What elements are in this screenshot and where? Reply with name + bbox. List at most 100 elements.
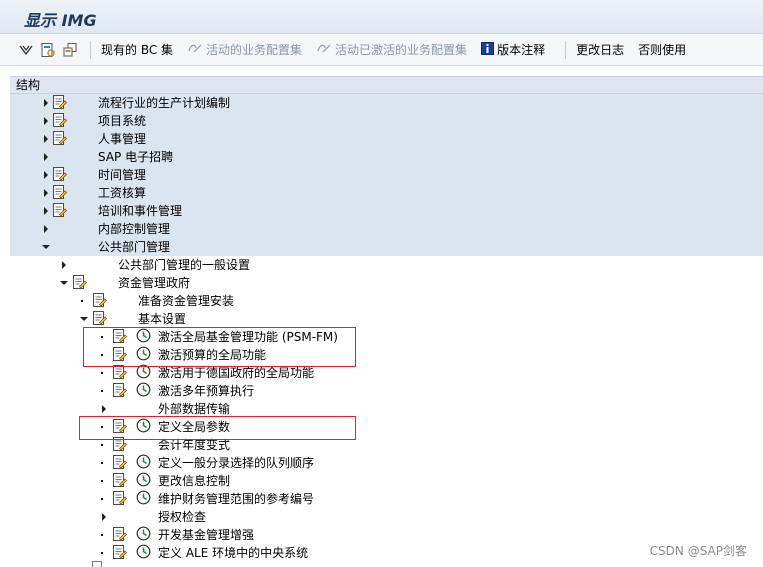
tree-node-label[interactable]: 外部数据传输 xyxy=(158,400,230,418)
tree-node-label[interactable]: 项目系统 xyxy=(98,112,146,130)
documentation-icon[interactable] xyxy=(112,418,128,434)
documentation-icon[interactable] xyxy=(112,454,128,470)
tree-node[interactable]: 定义全局参数 xyxy=(10,418,763,436)
tree-node-label[interactable]: 更改信息控制 xyxy=(158,472,230,490)
execute-activity-icon[interactable] xyxy=(136,382,151,397)
tree-node[interactable]: 内部控制管理 xyxy=(10,220,763,238)
expand-arrow-icon[interactable] xyxy=(42,94,50,112)
tree-node-label[interactable]: 激活多年预算执行 xyxy=(158,382,254,400)
tree-node-label[interactable]: 授权检查 xyxy=(158,508,206,526)
execute-activity-icon[interactable] xyxy=(136,544,151,559)
tree-node-label[interactable]: 内部控制管理 xyxy=(98,220,170,238)
tree-node[interactable]: 人事管理 xyxy=(10,130,763,148)
tree-node[interactable]: 授权检查 xyxy=(10,508,763,526)
existing-bc-sets-button[interactable]: 现有的 BC 集 xyxy=(101,41,173,58)
tree-node[interactable]: 培训和事件管理 xyxy=(10,202,763,220)
tree-node-label[interactable]: 公共部门管理的一般设置 xyxy=(118,256,250,274)
tree-node[interactable]: 准备资金管理安装 xyxy=(10,292,763,310)
tree-node[interactable]: 工资核算 xyxy=(10,184,763,202)
tree-node[interactable]: 项目系统 xyxy=(10,112,763,130)
expand-arrow-icon[interactable] xyxy=(42,220,50,238)
expand-arrow-icon[interactable] xyxy=(42,166,50,184)
tree-node[interactable]: 资金管理政府 xyxy=(10,274,763,292)
expand-arrow-icon[interactable] xyxy=(42,130,50,148)
documentation-icon[interactable] xyxy=(112,490,128,506)
execute-activity-icon[interactable] xyxy=(136,346,151,361)
tree-node-label[interactable]: 准备资金管理安装 xyxy=(138,292,234,310)
documentation-icon[interactable] xyxy=(112,436,128,452)
tree-node[interactable]: 激活用于德国政府的全局功能 xyxy=(10,364,763,382)
documentation-icon[interactable] xyxy=(92,292,108,308)
tree-node-label[interactable]: 公共部门管理 xyxy=(98,238,170,256)
tree-node[interactable]: 维护财务管理范围的参考编号 xyxy=(10,490,763,508)
execute-activity-icon[interactable] xyxy=(136,526,151,541)
activate-bc-sets-button[interactable]: 活动的业务配置集 xyxy=(187,41,302,58)
documentation-icon[interactable] xyxy=(112,346,128,362)
execute-activity-icon[interactable] xyxy=(136,418,151,433)
tree-node[interactable]: 定义一般分录选择的队列顺序 xyxy=(10,454,763,472)
tree-node-label[interactable]: 维护财务管理范围的参考编号 xyxy=(158,490,314,508)
documentation-icon[interactable] xyxy=(92,310,108,326)
tree-node-label[interactable]: 会计年度变式 xyxy=(158,436,230,454)
documentation-icon[interactable] xyxy=(112,382,128,398)
execute-activity-icon[interactable] xyxy=(136,454,151,469)
collapse-arrow-icon[interactable] xyxy=(42,238,50,256)
tree-node-label[interactable]: 资金管理政府 xyxy=(118,274,190,292)
if-not-use-button[interactable]: 否则使用 xyxy=(638,41,686,58)
tree-node-label[interactable]: 人事管理 xyxy=(98,130,146,148)
expand-arrow-icon[interactable] xyxy=(42,148,50,166)
tree-node[interactable]: 外部数据传输 xyxy=(10,400,763,418)
documentation-icon[interactable] xyxy=(52,202,68,218)
tree-node-label[interactable]: 定义全局参数 xyxy=(158,418,230,436)
tree-node-label[interactable]: 激活用于德国政府的全局功能 xyxy=(158,364,314,382)
documentation-icon[interactable] xyxy=(112,544,128,560)
expand-arrow-icon[interactable] xyxy=(42,112,50,130)
tree-node-label[interactable]: 流程行业的生产计划编制 xyxy=(98,94,230,112)
expand-subtree-icon[interactable] xyxy=(18,42,34,58)
expand-arrow-icon[interactable] xyxy=(42,184,50,202)
documentation-icon[interactable] xyxy=(52,112,68,128)
documentation-icon[interactable] xyxy=(112,526,128,542)
tree-node-label[interactable]: 定义一般分录选择的队列顺序 xyxy=(158,454,314,472)
tree-node-label[interactable]: 激活预算的全局功能 xyxy=(158,346,266,364)
documentation-icon[interactable] xyxy=(72,274,88,290)
documentation-icon[interactable] xyxy=(112,472,128,488)
tree-node[interactable]: 时间管理 xyxy=(10,166,763,184)
tree-node[interactable]: 会计年度变式 xyxy=(10,436,763,454)
expand-arrow-icon[interactable] xyxy=(42,202,50,220)
find-next-icon[interactable] xyxy=(62,42,78,58)
documentation-icon[interactable] xyxy=(112,364,128,380)
collapse-arrow-icon[interactable] xyxy=(60,274,68,292)
documentation-icon[interactable] xyxy=(52,184,68,200)
tree-node-label[interactable]: 激活全局基金管理功能 (PSM-FM) xyxy=(158,328,338,346)
execute-activity-icon[interactable] xyxy=(136,472,151,487)
change-log-button[interactable]: 更改日志 xyxy=(576,41,624,58)
tree-node-label[interactable]: 培训和事件管理 xyxy=(98,202,182,220)
tree-node[interactable]: SAP 电子招聘 xyxy=(10,148,763,166)
execute-activity-icon[interactable] xyxy=(136,490,151,505)
expand-arrow-icon[interactable] xyxy=(100,400,108,418)
documentation-icon[interactable] xyxy=(52,130,68,146)
tree-node-label[interactable]: 定义 ALE 环境中的中央系统 xyxy=(158,544,308,562)
tree-node[interactable]: 流程行业的生产计划编制 xyxy=(10,94,763,112)
collapse-arrow-icon[interactable] xyxy=(80,310,88,328)
activate-active-bc-sets-button[interactable]: 活动已激活的业务配置集 xyxy=(316,41,467,58)
tree-node-label[interactable]: SAP 电子招聘 xyxy=(98,148,173,166)
documentation-icon[interactable] xyxy=(52,166,68,182)
tree-node[interactable]: 激活预算的全局功能 xyxy=(10,346,763,364)
execute-activity-icon[interactable] xyxy=(136,364,151,379)
tree-node[interactable]: 公共部门管理的一般设置 xyxy=(10,256,763,274)
tree-node-label[interactable]: 时间管理 xyxy=(98,166,146,184)
tree-node[interactable]: 激活全局基金管理功能 (PSM-FM) xyxy=(10,328,763,346)
tree-node-label[interactable]: 基本设置 xyxy=(138,310,186,328)
expand-arrow-icon[interactable] xyxy=(100,508,108,526)
tree-node-label[interactable]: 工资核算 xyxy=(98,184,146,202)
release-notes-button[interactable]: 版本注释 xyxy=(481,41,545,58)
tree-node[interactable]: 公共部门管理 xyxy=(10,238,763,256)
tree-node[interactable]: 更改信息控制 xyxy=(10,472,763,490)
tree-node-label[interactable]: 开发基金管理增强 xyxy=(158,526,254,544)
find-icon[interactable] xyxy=(40,42,56,58)
tree-node[interactable]: 激活多年预算执行 xyxy=(10,382,763,400)
expand-arrow-icon[interactable] xyxy=(60,256,68,274)
documentation-icon[interactable] xyxy=(112,328,128,344)
